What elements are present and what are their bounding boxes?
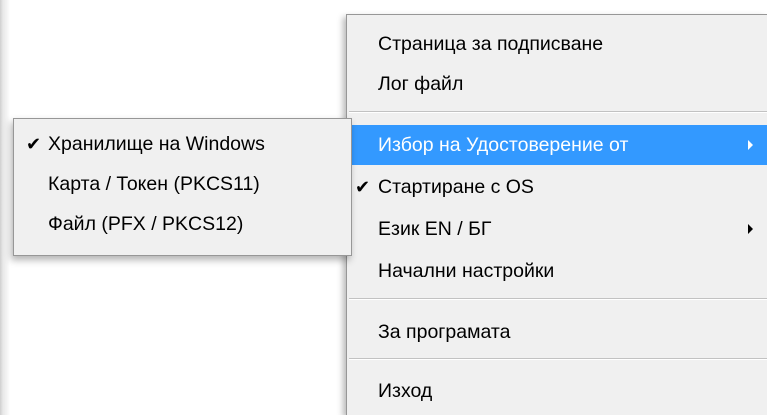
menu-item-initial-settings[interactable]: Начални настройки bbox=[347, 251, 767, 291]
checkmark-icon: ✔ bbox=[26, 134, 42, 154]
menu-item-label: За програмата bbox=[378, 321, 511, 343]
menu-item-label: Страница за подписване bbox=[378, 33, 604, 55]
menu-separator bbox=[349, 111, 767, 113]
menu-item-signing-page[interactable]: Страница за подписване bbox=[347, 24, 767, 64]
menu-separator bbox=[349, 358, 767, 360]
menu-item-label: Стартиране с OS bbox=[378, 176, 534, 198]
menu-item-exit[interactable]: Изход bbox=[347, 371, 767, 411]
menu-item-certificate-source[interactable]: Избор на Удостоверение от bbox=[347, 125, 767, 165]
submenu-item-windows-store[interactable]: ✔ Хранилище на Windows bbox=[14, 125, 351, 163]
menu-item-about[interactable]: За програмата bbox=[347, 312, 767, 352]
submenu-item-pfx-file[interactable]: Файл (PFX / PKCS12) bbox=[14, 205, 351, 243]
menu-item-label: Начални настройки bbox=[378, 260, 555, 282]
submenu-arrow-icon bbox=[748, 140, 753, 150]
window-edge bbox=[0, 0, 10, 415]
menu-item-label: Избор на Удостоверение от bbox=[378, 134, 629, 156]
submenu-arrow-icon bbox=[748, 224, 753, 234]
menu-item-label: Лог файл bbox=[378, 73, 464, 95]
menu-item-log-file[interactable]: Лог файл bbox=[347, 64, 767, 104]
menu-item-label: Език EN / БГ bbox=[378, 218, 492, 240]
tray-context-menu: Страница за подписване Лог файл Избор на… bbox=[346, 14, 767, 415]
checkmark-icon: ✔ bbox=[355, 177, 371, 197]
certificate-source-submenu: ✔ Хранилище на Windows Карта / Токен (PK… bbox=[13, 118, 352, 256]
menu-item-language[interactable]: Език EN / БГ bbox=[347, 209, 767, 249]
submenu-item-label: Файл (PFX / PKCS12) bbox=[48, 213, 244, 235]
submenu-item-label: Карта / Токен (PKCS11) bbox=[48, 173, 260, 195]
menu-item-start-with-os[interactable]: ✔ Стартиране с OS bbox=[347, 167, 767, 207]
submenu-item-label: Хранилище на Windows bbox=[48, 133, 265, 155]
menu-item-label: Изход bbox=[378, 380, 433, 402]
menu-separator bbox=[349, 298, 767, 300]
submenu-item-card-token[interactable]: Карта / Токен (PKCS11) bbox=[14, 165, 351, 203]
